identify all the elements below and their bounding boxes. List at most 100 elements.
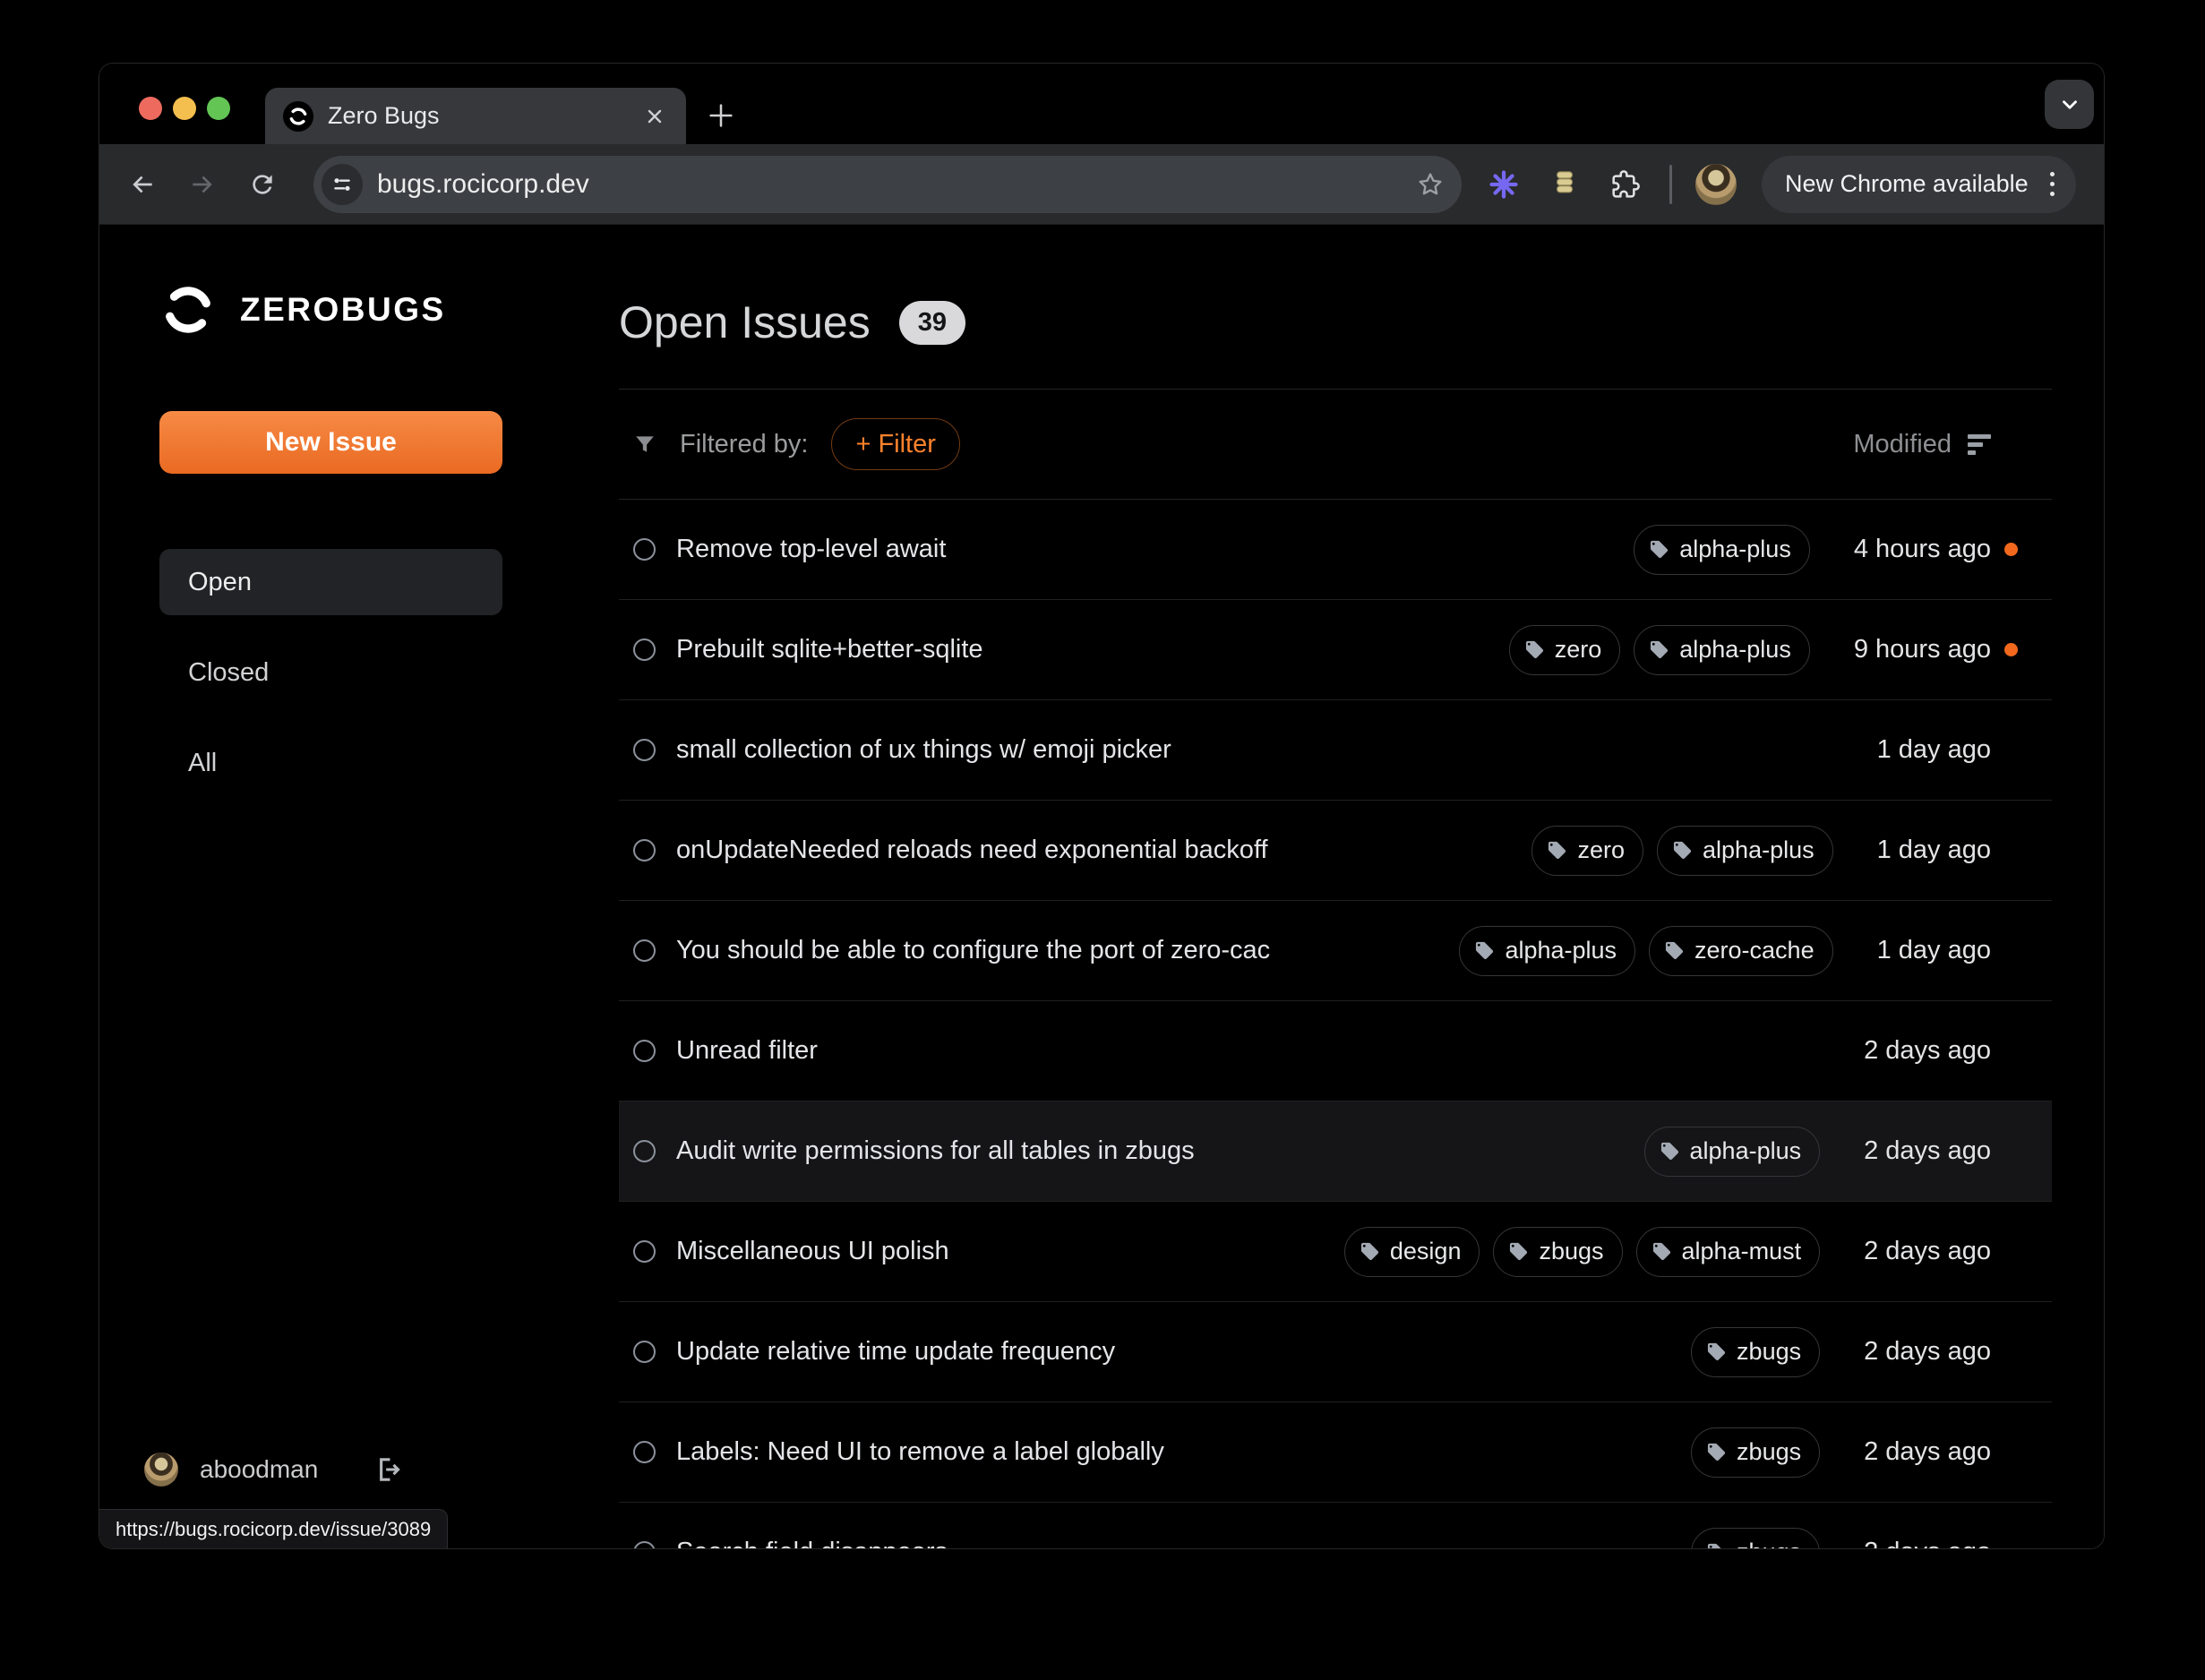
issue-modified-time: 9 hours ago — [1854, 635, 1991, 664]
issue-label-pill[interactable]: zbugs — [1691, 1427, 1820, 1478]
issue-row[interactable]: Audit write permissions for all tables i… — [619, 1101, 2052, 1202]
tag-icon — [1672, 840, 1693, 861]
tab-search-button[interactable] — [2045, 80, 2094, 129]
sidebar-item-closed[interactable]: Closed — [159, 639, 502, 706]
zoom-window-button[interactable] — [207, 97, 230, 120]
issue-modified-time: 2 days ago — [1864, 1538, 1991, 1549]
status-url: https://bugs.rocicorp.dev/issue/3089 — [116, 1518, 431, 1541]
traffic-lights — [139, 97, 230, 120]
issue-label-pill[interactable]: alpha-plus — [1459, 926, 1635, 976]
issue-label-pill[interactable]: alpha-plus — [1634, 525, 1810, 575]
issue-label-text: zero-cache — [1695, 937, 1815, 964]
issue-title: Search field disappears — [676, 1538, 1691, 1549]
tag-icon — [1706, 1542, 1727, 1549]
issue-label-pill[interactable]: zero — [1509, 625, 1621, 675]
bookmark-star-icon[interactable] — [1415, 169, 1446, 200]
issue-open-status-icon — [633, 1240, 656, 1263]
new-issue-button[interactable]: New Issue — [159, 411, 502, 474]
site-settings-icon[interactable] — [322, 164, 363, 205]
back-button[interactable] — [123, 165, 162, 204]
sidebar-item-all[interactable]: All — [159, 730, 502, 796]
minimize-window-button[interactable] — [173, 97, 196, 120]
close-window-button[interactable] — [139, 97, 162, 120]
browser-menu-icon[interactable] — [2045, 172, 2060, 196]
page-content: ZEROBUGS New Issue Open Closed All abood… — [99, 225, 2104, 1549]
unread-dot — [2004, 643, 2018, 656]
tag-icon — [1547, 840, 1567, 861]
logout-icon[interactable] — [372, 1453, 406, 1487]
issue-label-pill[interactable]: alpha-plus — [1644, 1127, 1821, 1177]
reload-button[interactable] — [243, 165, 282, 204]
issue-label-text: alpha-plus — [1679, 536, 1791, 563]
extensions-puzzle-icon[interactable] — [1605, 164, 1646, 205]
issue-title: Update relative time update frequency — [676, 1337, 1691, 1367]
issue-label-text: zbugs — [1737, 1438, 1801, 1466]
issue-label-pill[interactable]: zbugs — [1493, 1227, 1622, 1277]
issue-modified-time: 2 days ago — [1864, 1036, 1991, 1066]
issue-row[interactable]: Miscellaneous UI polish design zbugs alp… — [619, 1202, 2052, 1302]
extension-coins-icon[interactable] — [1544, 164, 1585, 205]
issue-label-pill[interactable]: zero-cache — [1649, 926, 1833, 976]
sort-descending-icon[interactable] — [1968, 434, 1991, 455]
issue-label-text: zero — [1577, 836, 1625, 864]
add-filter-button[interactable]: + Filter — [831, 418, 959, 470]
issue-row[interactable]: Update relative time update frequency zb… — [619, 1302, 2052, 1402]
tab-close-icon[interactable] — [641, 103, 668, 130]
tag-icon — [1508, 1241, 1529, 1262]
zerobugs-logo-icon — [159, 281, 217, 339]
unread-dot-slot — [1991, 944, 2030, 957]
unread-dot-slot — [1991, 1345, 2030, 1359]
sidebar: ZEROBUGS New Issue Open Closed All abood… — [99, 225, 619, 1549]
unread-dot-slot — [1991, 643, 2030, 656]
issue-row[interactable]: You should be able to configure the port… — [619, 901, 2052, 1001]
issue-modified-time: 2 days ago — [1864, 1237, 1991, 1266]
issue-row[interactable]: Search field disappears zbugs 2 days ago — [619, 1503, 2052, 1549]
issue-title: You should be able to configure the port… — [676, 936, 1459, 965]
page-header: Open Issues 39 — [619, 295, 2052, 350]
tag-icon — [1649, 539, 1669, 560]
issue-title: Unread filter — [676, 1036, 1864, 1066]
issue-modified-time: 2 days ago — [1864, 1136, 1991, 1166]
issue-row[interactable]: Prebuilt sqlite+better-sqlite zero alpha… — [619, 600, 2052, 700]
issue-labels: zbugs — [1691, 1327, 1820, 1377]
issue-label-pill[interactable]: zero — [1531, 826, 1643, 876]
unread-dot-slot — [1991, 1245, 2030, 1258]
issue-modified-time: 1 day ago — [1877, 836, 1991, 865]
issue-label-pill[interactable]: design — [1344, 1227, 1480, 1277]
issue-label-pill[interactable]: zbugs — [1691, 1327, 1820, 1377]
issue-label-pill[interactable]: alpha-must — [1636, 1227, 1821, 1277]
issue-row[interactable]: Unread filter 2 days ago — [619, 1001, 2052, 1101]
issue-row[interactable]: small collection of ux things w/ emoji p… — [619, 700, 2052, 801]
url-text[interactable]: bugs.rocicorp.dev — [377, 169, 1415, 200]
issue-row[interactable]: Remove top-level await alpha-plus 4 hour… — [619, 500, 2052, 600]
issue-label-pill[interactable]: alpha-plus — [1634, 625, 1810, 675]
issue-title: small collection of ux things w/ emoji p… — [676, 735, 1877, 765]
issue-open-status-icon — [633, 1140, 656, 1162]
unread-dot-slot — [1991, 1044, 2030, 1058]
issue-open-status-icon — [633, 1341, 656, 1363]
issue-row[interactable]: onUpdateNeeded reloads need exponential … — [619, 801, 2052, 901]
unread-dot-slot — [1991, 1144, 2030, 1158]
sort-label[interactable]: Modified — [1853, 430, 1952, 459]
issue-label-text: design — [1390, 1238, 1462, 1265]
sidebar-item-open[interactable]: Open — [159, 549, 502, 615]
issue-title: Audit write permissions for all tables i… — [676, 1136, 1644, 1166]
user-avatar[interactable] — [144, 1453, 178, 1487]
new-tab-button[interactable] — [701, 96, 741, 135]
unread-dot-slot — [1991, 844, 2030, 857]
unread-dot-slot — [1991, 743, 2030, 757]
issue-label-pill[interactable]: zbugs — [1691, 1528, 1820, 1550]
tag-icon — [1652, 1241, 1672, 1262]
issue-label-pill[interactable]: alpha-plus — [1657, 826, 1833, 876]
address-bar[interactable]: bugs.rocicorp.dev — [313, 156, 1462, 213]
issue-row[interactable]: Labels: Need UI to remove a label global… — [619, 1402, 2052, 1503]
chrome-update-chip[interactable]: New Chrome available — [1762, 156, 2076, 213]
extension-asterisk-icon[interactable] — [1483, 164, 1524, 205]
toolbar-divider — [1669, 165, 1672, 204]
user-name: aboodman — [200, 1455, 318, 1484]
forward-button[interactable] — [183, 165, 222, 204]
browser-tab[interactable]: Zero Bugs — [265, 88, 686, 144]
issue-title: Remove top-level await — [676, 535, 1634, 564]
issue-label-text: alpha-must — [1682, 1238, 1802, 1265]
profile-avatar[interactable] — [1695, 164, 1737, 205]
